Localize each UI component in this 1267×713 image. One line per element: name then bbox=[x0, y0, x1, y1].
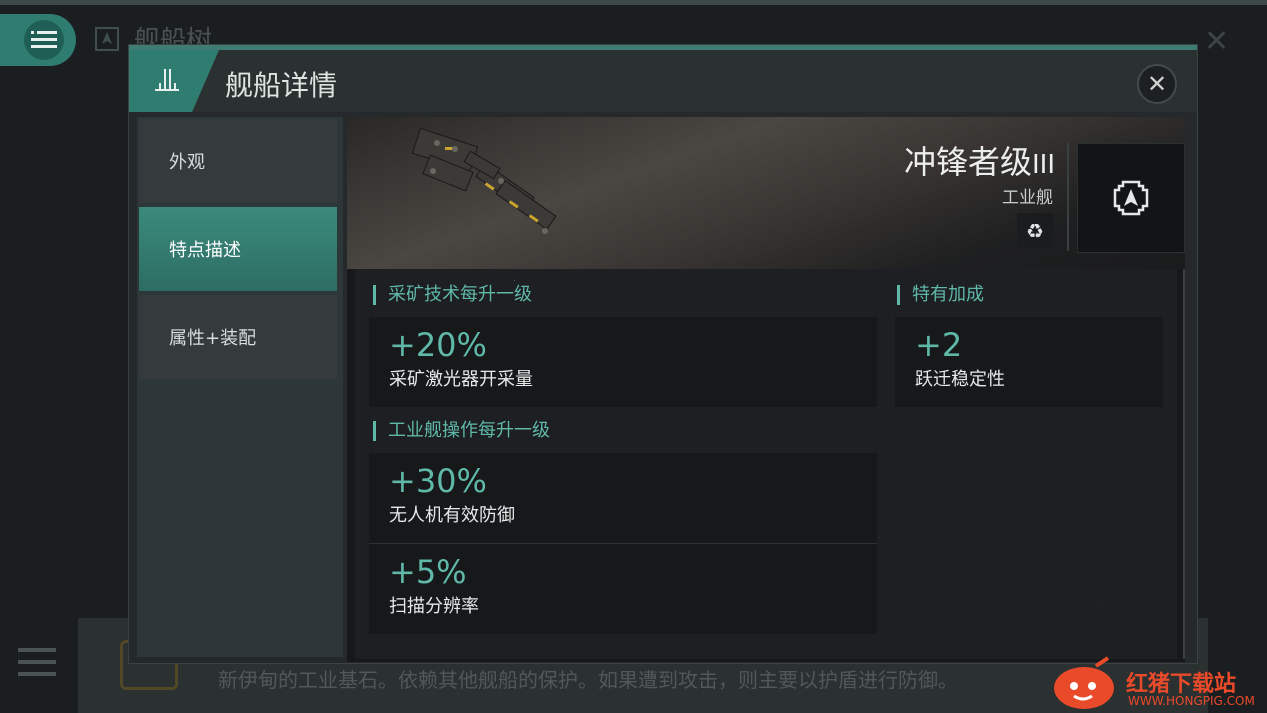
stat-value: +20% bbox=[389, 326, 487, 364]
tab-label: 属性+装配 bbox=[169, 328, 257, 349]
background-close-icon[interactable]: ✕ bbox=[1204, 24, 1229, 59]
close-icon: ✕ bbox=[1146, 70, 1168, 98]
tab-appearance[interactable]: 外观 bbox=[139, 119, 337, 203]
list-icon[interactable] bbox=[18, 648, 56, 684]
stat-label: 采矿激光器开采量 bbox=[389, 369, 533, 390]
scrollbar[interactable] bbox=[1183, 269, 1185, 659]
stat-value: +2 bbox=[915, 326, 963, 364]
close-button[interactable]: ✕ bbox=[1137, 64, 1177, 104]
menu-icon bbox=[24, 20, 64, 60]
recycle-button[interactable]: ♻ bbox=[1017, 213, 1053, 249]
section-title-unique: 特有加成 bbox=[897, 285, 984, 305]
stat-label: 跃迁稳定性 bbox=[915, 369, 1005, 390]
ship-details-modal: 舰船详情 ✕ 外观 特点描述 属性+装配 冲锋者级III 工业舰 ♻ 采矿技术每… bbox=[128, 44, 1198, 664]
tab-label: 外观 bbox=[169, 152, 205, 173]
watermark-url: WWW.HONGPIG.COM bbox=[1128, 694, 1255, 708]
stat-label: 扫描分辨率 bbox=[389, 596, 479, 617]
ship-emblem-icon bbox=[129, 50, 219, 112]
stat-value: +30% bbox=[389, 462, 487, 500]
ship-banner: 冲锋者级III 工业舰 ♻ bbox=[347, 117, 1185, 269]
divider bbox=[1067, 143, 1069, 251]
modal-header: 舰船详情 ✕ bbox=[129, 50, 1197, 112]
ship-name: 冲锋者级III bbox=[903, 143, 1055, 181]
ship-class: 工业舰 bbox=[1002, 188, 1053, 208]
tab-attributes-fitting[interactable]: 属性+装配 bbox=[139, 295, 337, 379]
pig-logo-icon bbox=[1054, 656, 1114, 709]
main-menu-button[interactable] bbox=[0, 14, 76, 66]
background-description: 新伊甸的工业基石。依赖其他舰船的保护。如果遭到攻击，则主要以护盾进行防御。 bbox=[218, 668, 958, 692]
ship-image bbox=[411, 127, 557, 234]
industrial-class-icon[interactable] bbox=[1077, 143, 1185, 253]
section-title-industrial: 工业舰操作每升一级 bbox=[373, 421, 550, 441]
stat-drone-defense: +30% 无人机有效防御 bbox=[369, 453, 877, 543]
content-area: 冲锋者级III 工业舰 ♻ 采矿技术每升一级 +20% 采矿激光器开采量 特有加… bbox=[347, 117, 1185, 662]
top-strip bbox=[0, 0, 1267, 5]
ship-tree-icon bbox=[95, 27, 119, 51]
stat-value: +5% bbox=[389, 553, 467, 591]
ship-tier: III bbox=[1031, 150, 1055, 180]
tab-features[interactable]: 特点描述 bbox=[139, 207, 337, 291]
stat-label: 无人机有效防御 bbox=[389, 505, 515, 526]
stat-scan-resolution: +5% 扫描分辨率 bbox=[369, 544, 877, 634]
modal-title: 舰船详情 bbox=[225, 69, 338, 102]
recycle-icon: ♻ bbox=[1026, 219, 1044, 243]
stat-warp-stability: +2 跃迁稳定性 bbox=[895, 317, 1163, 407]
stat-mining-yield: +20% 采矿激光器开采量 bbox=[369, 317, 877, 407]
sidebar: 外观 特点描述 属性+装配 bbox=[137, 117, 343, 657]
section-title-mining: 采矿技术每升一级 bbox=[373, 285, 532, 305]
watermark: 红猪下载站 WWW.HONGPIG.COM bbox=[1052, 652, 1267, 713]
tab-label: 特点描述 bbox=[169, 240, 241, 261]
